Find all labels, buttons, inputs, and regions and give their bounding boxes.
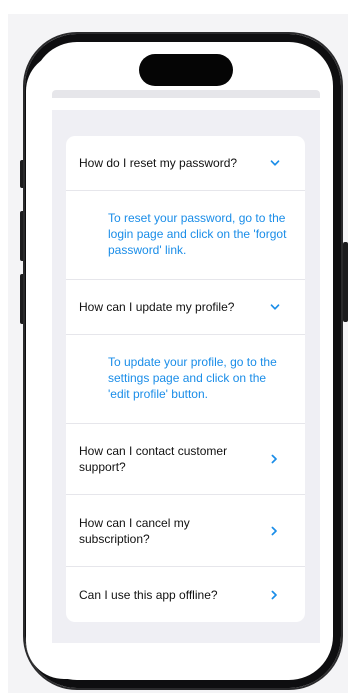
chevron-down-icon[interactable] <box>269 301 281 313</box>
faq-question: How can I cancel my subscription? <box>79 516 190 546</box>
faq-list: How do I reset my password? To reset you… <box>66 136 305 622</box>
faq-question: How do I reset my password? <box>79 156 238 170</box>
faq-question: How can I update my profile? <box>79 300 235 314</box>
page: How do I reset my password? To reset you… <box>0 0 348 693</box>
faq-item-update-profile[interactable]: How can I update my profile? <box>66 280 305 335</box>
faq-answer-panel: To reset your password, go to the login … <box>66 191 305 280</box>
dynamic-island <box>139 54 233 86</box>
faq-item-reset-password[interactable]: How do I reset my password? <box>66 136 305 191</box>
app-header-bar <box>52 90 320 98</box>
chevron-right-icon[interactable] <box>268 453 280 465</box>
faq-answer: To reset your password, go to the login … <box>108 211 287 257</box>
faq-question: Can I use this app offline? <box>79 588 218 602</box>
faq-item-offline-use[interactable]: Can I use this app offline? <box>66 567 305 622</box>
chevron-right-icon[interactable] <box>268 589 280 601</box>
power-button <box>343 242 348 322</box>
faq-item-cancel-subscription[interactable]: How can I cancel my subscription? <box>66 495 305 567</box>
faq-answer: To update your profile, go to the settin… <box>108 355 277 401</box>
faq-answer-panel: To update your profile, go to the settin… <box>66 335 305 424</box>
faq-item-contact-support[interactable]: How can I contact customer support? <box>66 424 305 495</box>
chevron-right-icon[interactable] <box>268 525 280 537</box>
chevron-down-icon[interactable] <box>269 157 281 169</box>
faq-question: How can I contact customer support? <box>79 444 228 474</box>
